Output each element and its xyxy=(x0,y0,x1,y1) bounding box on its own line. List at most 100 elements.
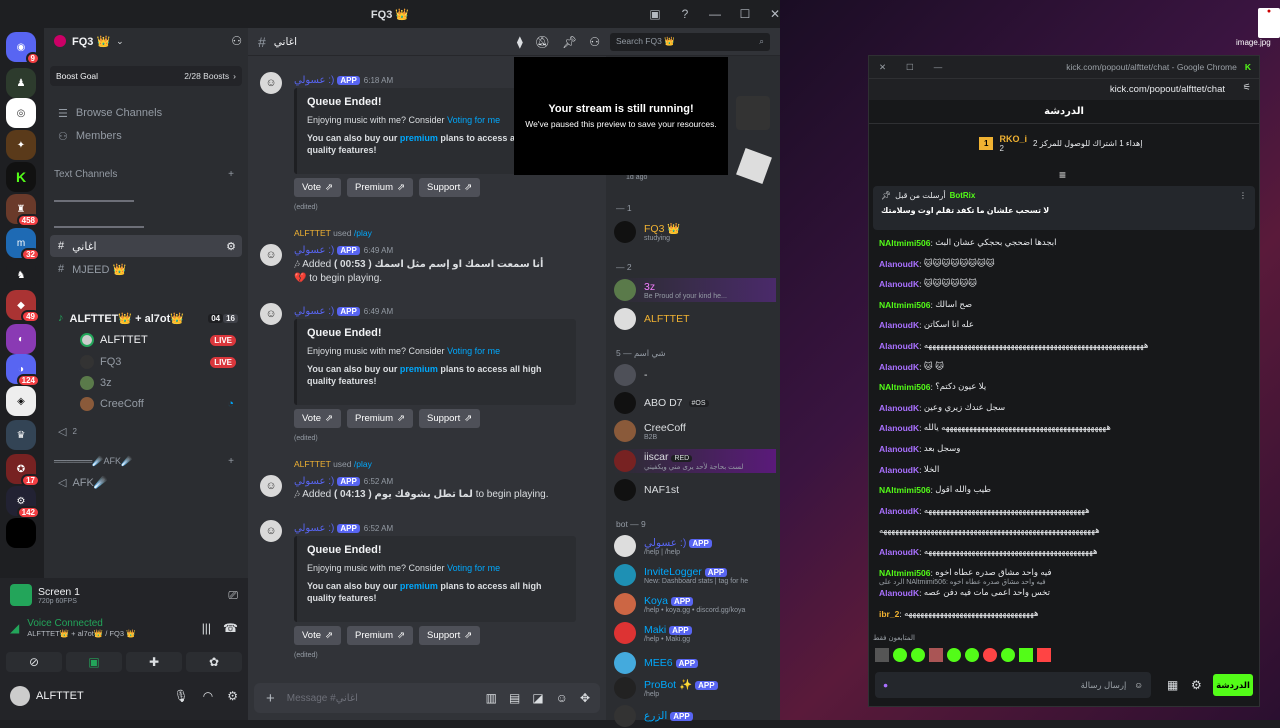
stop-stream-icon[interactable]: ⎚ xyxy=(228,588,238,603)
member-item[interactable]: Koya APP/help • koya.gg • discord.gg/koya xyxy=(614,592,776,616)
chat-username[interactable]: NAltmimi506 xyxy=(879,238,931,248)
command-name[interactable]: /play xyxy=(354,459,372,469)
server-icon[interactable]: ♟ xyxy=(6,68,36,98)
vote-link[interactable]: Voting for me xyxy=(447,563,500,573)
help-icon[interactable]: ? xyxy=(670,7,700,21)
premium-button[interactable]: Premium ⇗ xyxy=(347,178,413,197)
server-icon[interactable]: m 32 xyxy=(6,228,40,261)
avatar[interactable]: ☺ xyxy=(258,473,284,499)
premium-button[interactable]: Premium ⇗ xyxy=(347,409,413,428)
voice-user[interactable]: ALFTTET LIVE xyxy=(50,329,242,351)
message-author[interactable]: عسولي :) xyxy=(294,245,334,256)
support-button[interactable]: Support ⇗ xyxy=(418,409,481,428)
avatar[interactable]: ☺ xyxy=(258,518,284,544)
inbox-icon[interactable]: ▣ xyxy=(640,7,670,21)
category-text-channels[interactable]: Text Channels + xyxy=(54,169,234,180)
screen-share-button[interactable]: ▣ xyxy=(66,652,122,672)
avatar[interactable]: ☺ xyxy=(258,301,284,327)
chat-username[interactable]: AlanoudK xyxy=(879,403,919,413)
channel-item-active[interactable]: # اغاني ⚙ xyxy=(50,235,242,257)
channel-item[interactable]: # MJEED 👑 xyxy=(50,258,242,280)
member-item[interactable]: CreeCoff B2B xyxy=(614,419,776,443)
server-icon[interactable]: ◎ xyxy=(6,98,36,128)
minimize-icon[interactable]: — xyxy=(700,7,730,21)
chat-username[interactable]: AlanoudK xyxy=(879,362,919,372)
kick-chat-input[interactable]: ● إرسال رسالة ☺ xyxy=(875,672,1151,698)
emoji-icon[interactable]: ☺ xyxy=(1134,680,1143,690)
member-item[interactable]: NAF1st xyxy=(614,478,776,502)
vote-button[interactable]: Vote ⇗ xyxy=(294,626,341,645)
browse-channels-button[interactable]: ☰ Browse Channels xyxy=(50,102,242,124)
chat-username[interactable]: AlanoudK xyxy=(879,423,919,433)
emote-icon[interactable] xyxy=(911,648,925,662)
support-button[interactable]: Support ⇗ xyxy=(418,626,481,645)
command-user[interactable]: ALFTTET xyxy=(294,228,331,238)
message-author[interactable]: عسولي :) xyxy=(294,476,334,487)
chat-username[interactable]: NAltmimi506 xyxy=(879,382,931,392)
premium-link[interactable]: premium xyxy=(400,133,438,143)
server-icon[interactable]: ♞ xyxy=(6,260,36,290)
maximize-icon[interactable]: ☐ xyxy=(906,62,914,73)
emote-icon[interactable] xyxy=(1019,648,1033,662)
members-button[interactable]: ⚇ Members xyxy=(50,125,242,147)
chat-username[interactable]: AlanoudK xyxy=(879,279,919,289)
member-item[interactable]: الزرع APP xyxy=(614,704,776,728)
search-input[interactable]: Search FQ3 👑 ⌕ xyxy=(610,32,770,51)
vote-link[interactable]: Voting for me xyxy=(447,115,500,125)
member-item[interactable]: MEE6 APP xyxy=(614,651,776,675)
member-item[interactable]: - xyxy=(614,363,776,387)
settings-icon[interactable]: ⚙ xyxy=(226,240,236,253)
emote-icon[interactable] xyxy=(965,648,979,662)
avatar[interactable]: ☺ xyxy=(258,70,284,96)
vote-link[interactable]: Voting for me xyxy=(447,346,500,356)
add-member-icon[interactable]: ⚇ xyxy=(231,34,242,48)
chat-username[interactable]: AlanoudK xyxy=(879,259,919,269)
more-icon[interactable]: ⋮ xyxy=(1239,191,1247,200)
server-icon[interactable]: ♜ 458 xyxy=(6,194,40,227)
pinned-message[interactable]: 📌︎ أرسلت من قبل BotRix ⋮ لا تسحب علشان ما ت… xyxy=(873,186,1255,230)
voice-user[interactable]: FQ3 LIVE xyxy=(50,351,242,373)
avatar[interactable]: ☺ xyxy=(258,242,284,268)
voice-channel[interactable]: ◁ 2 xyxy=(50,420,242,442)
emote-icon[interactable] xyxy=(929,648,943,662)
add-attachment-icon[interactable]: + xyxy=(266,690,275,707)
server-icon[interactable]: ⚙ 142 xyxy=(6,486,40,519)
sticker-icon[interactable]: ◪ xyxy=(532,691,543,705)
chat-username[interactable]: AlanoudK xyxy=(879,341,919,351)
voice-user[interactable]: CreeCoff ◔ xyxy=(50,393,242,415)
disconnect-icon[interactable]: ☎ xyxy=(223,621,238,635)
chat-username[interactable]: ibr_2 xyxy=(879,609,899,619)
voice-user[interactable]: 3z xyxy=(50,372,242,394)
vote-button[interactable]: Vote ⇗ xyxy=(294,178,341,197)
maximize-icon[interactable]: ☐ xyxy=(730,7,760,21)
server-header[interactable]: FQ3 👑 ⌄ ⚇ xyxy=(54,34,242,48)
home-server-icon[interactable]: ◉ 9 xyxy=(6,32,40,65)
minimize-icon[interactable]: — xyxy=(934,62,943,72)
add-channel-icon[interactable]: + xyxy=(228,169,234,180)
member-item[interactable]: Maki APP/help • Maki.gg xyxy=(614,621,776,645)
server-icon[interactable]: ♛ xyxy=(6,420,36,450)
chat-username[interactable]: AlanoudK xyxy=(879,506,919,516)
emote-icon[interactable] xyxy=(875,648,889,662)
microphone-icon[interactable]: 🎙︎ xyxy=(174,689,189,703)
premium-link[interactable]: premium xyxy=(400,364,438,374)
server-icon[interactable]: ◑ 124 xyxy=(6,354,40,387)
member-item[interactable]: iiscar RED لست بحاجة لأحد يرى مني ويكفيني xyxy=(614,449,776,473)
member-item[interactable]: ProBot ✨ APP/help xyxy=(614,676,776,700)
vote-button[interactable]: Vote ⇗ xyxy=(294,409,341,428)
server-icon[interactable]: ◆ 49 xyxy=(6,290,40,323)
chat-username[interactable]: AlanoudK xyxy=(879,465,919,475)
kick-server-icon[interactable]: K xyxy=(6,162,36,192)
soundboard-button[interactable]: ✿ xyxy=(186,652,242,672)
category-afk[interactable]: ══════☄️AFK☄️ + xyxy=(54,456,234,467)
member-item[interactable]: FQ3 👑 studying xyxy=(614,220,776,244)
server-icon[interactable]: ◈ xyxy=(6,386,36,416)
member-item[interactable]: ABO D7 #OS xyxy=(614,391,776,415)
close-icon[interactable]: ✕ xyxy=(879,62,886,73)
emoji-icon[interactable]: ☺ xyxy=(556,691,568,705)
tune-icon[interactable]: ⚟ xyxy=(1243,82,1251,93)
server-icon[interactable]: ✪ 17 xyxy=(6,454,40,487)
member-item[interactable]: 3z Be Proud of your kind he... xyxy=(614,278,776,302)
noise-icon[interactable]: ||| xyxy=(202,621,211,635)
gear-icon[interactable]: ⚙ xyxy=(227,689,238,703)
